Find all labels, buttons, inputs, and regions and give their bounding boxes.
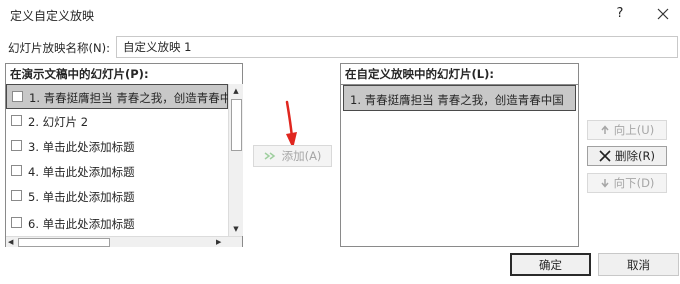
slide-list-item[interactable]: 3. 单击此处添加标题: [6, 134, 228, 159]
vertical-scrollbar[interactable]: ▲ ▼: [228, 84, 243, 236]
slide-list-item[interactable]: 4. 单击此处添加标题: [6, 159, 228, 184]
slide-list-item[interactable]: 5. 单击此处添加标题: [6, 184, 228, 209]
show-name-input[interactable]: [116, 36, 678, 58]
delete-label: 删除(R): [615, 149, 655, 163]
move-up-button[interactable]: 向上(U): [587, 120, 667, 140]
annotation-arrow-icon: [285, 100, 297, 149]
horizontal-scrollbar[interactable]: ◀ ▶: [6, 236, 242, 247]
custom-show-slides-panel: 在自定义放映中的幻灯片(L): 1. 青春挺膺担当 青春之我，创造青春中国: [340, 63, 579, 247]
slide-checkbox[interactable]: [11, 140, 22, 151]
scroll-down-icon[interactable]: ▼: [229, 222, 243, 236]
help-button[interactable]: ?: [610, 3, 630, 25]
double-arrow-right-icon: [264, 152, 275, 160]
slide-checkbox[interactable]: [11, 217, 22, 228]
slide-checkbox[interactable]: [11, 115, 22, 126]
presentation-slides-header: 在演示文稿中的幻灯片(P):: [6, 64, 242, 85]
close-button[interactable]: [652, 3, 674, 25]
move-down-label: 向下(D): [613, 176, 655, 190]
arrow-down-icon: [601, 179, 609, 188]
delete-button[interactable]: 删除(R): [587, 146, 667, 166]
scroll-left-icon[interactable]: ◀: [8, 237, 18, 247]
presentation-slides-panel: 在演示文稿中的幻灯片(P): 1. 青春挺膺担当 青春之我，创造青春中国 2. …: [5, 63, 243, 247]
ok-button[interactable]: 确定: [510, 253, 591, 276]
horizontal-scroll-thumb[interactable]: [18, 238, 110, 247]
slide-list-item[interactable]: 6. 单击此处添加标题: [6, 211, 228, 236]
scroll-up-icon[interactable]: ▲: [229, 84, 243, 98]
slide-label: 5. 单击此处添加标题: [28, 190, 135, 204]
slide-label: 2. 幻灯片 2: [28, 115, 89, 129]
close-icon: [657, 8, 669, 20]
slide-checkbox[interactable]: [11, 190, 22, 201]
slide-checkbox[interactable]: [11, 165, 22, 176]
delete-x-icon: [599, 150, 611, 162]
slide-label: 4. 单击此处添加标题: [28, 165, 135, 179]
dialog-title: 定义自定义放映: [10, 9, 95, 23]
slide-label: 3. 单击此处添加标题: [28, 140, 135, 154]
presentation-slides-list: 1. 青春挺膺担当 青春之我，创造青春中国 2. 幻灯片 2 3. 单击此处添加…: [6, 84, 228, 236]
add-button-label: 添加(A): [281, 149, 322, 163]
slide-label: 6. 单击此处添加标题: [28, 217, 135, 231]
slide-checkbox[interactable]: [12, 91, 23, 102]
vertical-scroll-thumb[interactable]: [231, 99, 242, 151]
move-down-button[interactable]: 向下(D): [587, 173, 667, 193]
custom-show-slides-header: 在自定义放映中的幻灯片(L):: [341, 64, 578, 85]
scroll-right-icon[interactable]: ▶: [216, 237, 226, 247]
custom-slide-label: 1. 青春挺膺担当 青春之我，创造青春中国: [350, 93, 564, 107]
slide-list-item[interactable]: 1. 青春挺膺担当 青春之我，创造青春中国: [6, 84, 228, 109]
slide-label: 1. 青春挺膺担当 青春之我，创造青春中国: [29, 91, 228, 105]
custom-slide-list-item[interactable]: 1. 青春挺膺担当 青春之我，创造青春中国: [343, 85, 576, 111]
slide-list-item[interactable]: 2. 幻灯片 2: [6, 109, 228, 134]
move-up-label: 向上(U): [613, 123, 655, 137]
cancel-button[interactable]: 取消: [598, 253, 679, 276]
show-name-label: 幻灯片放映名称(N):: [8, 41, 110, 55]
arrow-up-icon: [601, 125, 609, 134]
add-button[interactable]: 添加(A): [253, 145, 332, 167]
